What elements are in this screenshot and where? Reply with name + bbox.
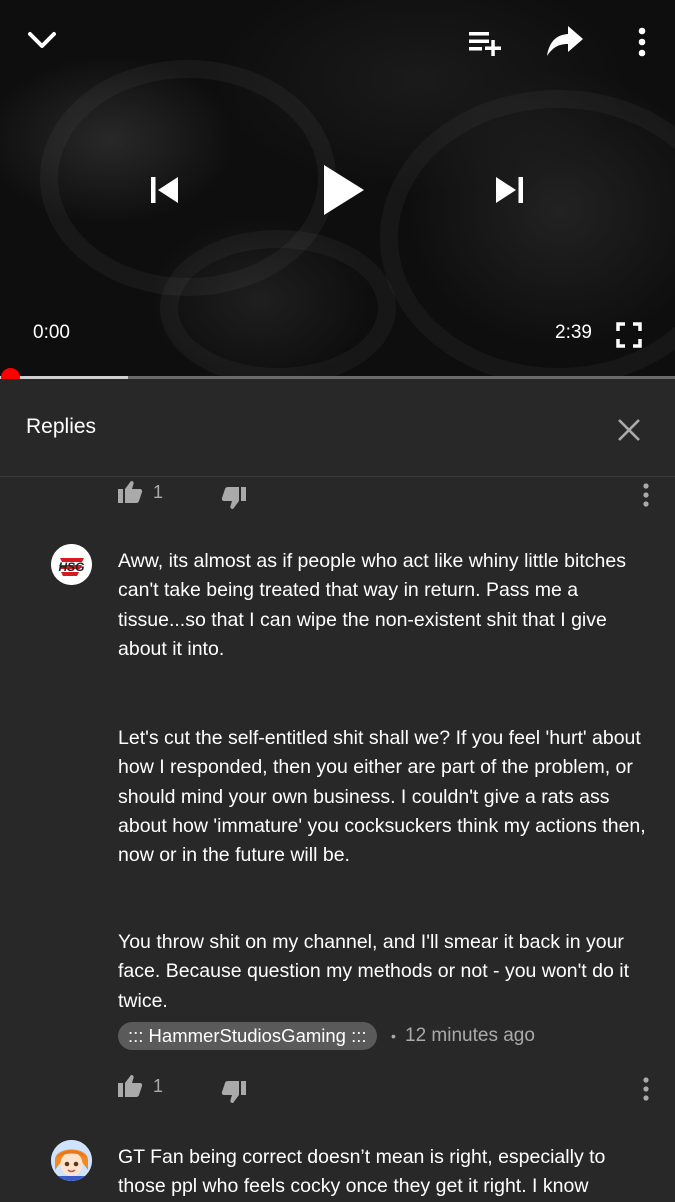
more-vertical-icon xyxy=(643,1077,649,1101)
avatar[interactable]: HSG xyxy=(51,544,92,585)
replies-header: Replies xyxy=(0,379,675,477)
previous-button[interactable] xyxy=(140,168,188,212)
hsg-logo-icon: HSG xyxy=(51,544,92,585)
close-replies-button[interactable] xyxy=(612,413,646,447)
add-to-queue-button[interactable] xyxy=(466,26,504,58)
video-player[interactable]: 0:00 2:39 xyxy=(0,0,675,377)
svg-text:HSG: HSG xyxy=(58,560,84,574)
comment-text: Let's cut the self-entitled shit shall w… xyxy=(118,727,646,867)
next-button[interactable] xyxy=(486,168,534,212)
fullscreen-button[interactable] xyxy=(612,318,646,352)
replies-title: Replies xyxy=(26,415,97,438)
duration: 2:39 xyxy=(555,322,592,343)
comment-text: GT Fan being correct doesn’t mean is rig… xyxy=(118,1146,606,1198)
comment-more-button[interactable] xyxy=(636,1074,656,1104)
video-frame-shape xyxy=(160,230,396,377)
chevron-down-icon xyxy=(28,32,56,48)
collapse-button[interactable] xyxy=(20,22,64,58)
like-button[interactable] xyxy=(114,1070,146,1102)
like-button[interactable] xyxy=(114,476,146,508)
avatar[interactable] xyxy=(51,1140,92,1181)
play-button[interactable] xyxy=(312,158,372,222)
comment-actions: 1 xyxy=(0,474,675,514)
share-icon xyxy=(547,26,583,56)
skip-next-icon xyxy=(496,177,523,203)
comment-text: You throw shit on my channel, and I'll s… xyxy=(118,931,629,1012)
current-time: 0:00 xyxy=(33,322,70,343)
dislike-button[interactable] xyxy=(218,482,250,514)
comment-more-button[interactable] xyxy=(636,480,656,510)
fullscreen-icon xyxy=(616,322,642,348)
author-name[interactable]: ::: HammerStudiosGaming ::: xyxy=(118,1022,377,1050)
comment-actions: 1 xyxy=(0,1068,675,1108)
dislike-button[interactable] xyxy=(218,1076,250,1108)
play-icon xyxy=(324,165,364,215)
anime-avatar-icon xyxy=(51,1140,92,1181)
more-options-button[interactable] xyxy=(630,24,654,60)
meta-separator: • xyxy=(391,1028,396,1044)
thumbs-up-icon xyxy=(118,1075,143,1097)
playlist-add-icon xyxy=(469,32,501,56)
skip-previous-icon xyxy=(151,177,178,203)
thumbs-down-icon xyxy=(221,1081,246,1103)
comment-text: Aww, its almost as if people who act lik… xyxy=(118,550,626,660)
like-count: 1 xyxy=(153,482,164,502)
close-icon xyxy=(618,419,640,441)
more-vertical-icon xyxy=(638,27,646,57)
thumbs-up-icon xyxy=(118,481,143,503)
more-vertical-icon xyxy=(643,483,649,507)
thumbs-down-icon xyxy=(221,487,246,509)
like-count: 1 xyxy=(153,1076,164,1096)
comment-timestamp: 12 minutes ago xyxy=(405,1025,535,1046)
share-button[interactable] xyxy=(543,24,587,60)
